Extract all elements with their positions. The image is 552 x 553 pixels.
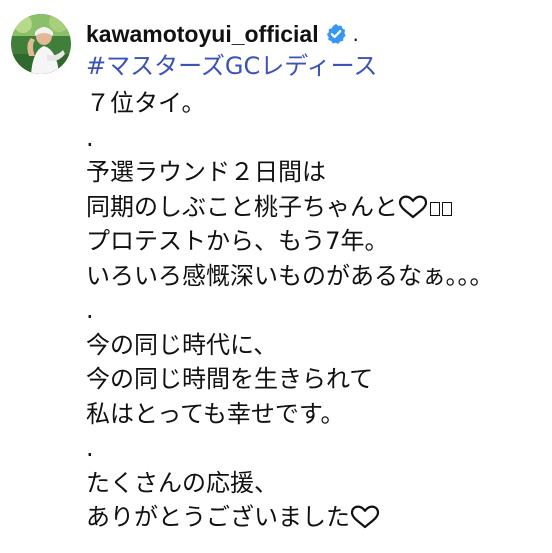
profile-avatar[interactable] [11, 14, 71, 74]
caption-line: いろいろ感慨深いものがあるなぁ。。。 [86, 261, 494, 290]
caption-line-text: 同期のしぶこと桃子ちゃんと [86, 192, 398, 221]
caption-line: . [86, 434, 94, 462]
avatar-photo-icon [11, 14, 71, 74]
username-row: kawamotoyui_official . [86, 18, 548, 50]
separator-dot: . [352, 21, 359, 46]
caption-line: プロテストから、もう7年。 [86, 227, 389, 255]
caption-line: . [86, 123, 94, 152]
caption-line: 今の同じ時代に、 [86, 330, 278, 359]
hashtag-link[interactable]: #マスターズGCレディース [86, 51, 548, 81]
caption-line: たくさんの応援、 [86, 468, 278, 497]
post-caption: ７位タイ。 . 予選ラウンド２日間は 同期のしぶこと桃子ちゃんと プロテストから… [86, 86, 552, 535]
caption-line-text: ありがとうございました [86, 503, 350, 531]
unsupported-glyph-icon [430, 201, 440, 216]
caption-line-with-emoji: 同期のしぶこと桃子ちゃんと [86, 190, 552, 225]
white-heart-icon [350, 504, 380, 539]
white-heart-icon [398, 194, 428, 229]
unsupported-glyph-icon [442, 201, 452, 216]
username-link[interactable]: kawamotoyui_official [86, 21, 319, 48]
caption-line: . [86, 296, 94, 324]
caption-line: 私はとっても幸せです。 [86, 399, 345, 428]
verified-badge-icon [325, 23, 347, 45]
post-header: kawamotoyui_official . #マスターズGCレディース [86, 18, 548, 81]
caption-line: 予選ラウンド２日間は [86, 158, 326, 186]
caption-line: 今の同じ時間を生きられて [86, 365, 374, 393]
instagram-post: kawamotoyui_official . #マスターズGCレディース ７位タ… [0, 0, 552, 553]
caption-line-with-emoji: ありがとうございました [86, 500, 552, 535]
caption-line: ７位タイ。 [86, 89, 206, 117]
